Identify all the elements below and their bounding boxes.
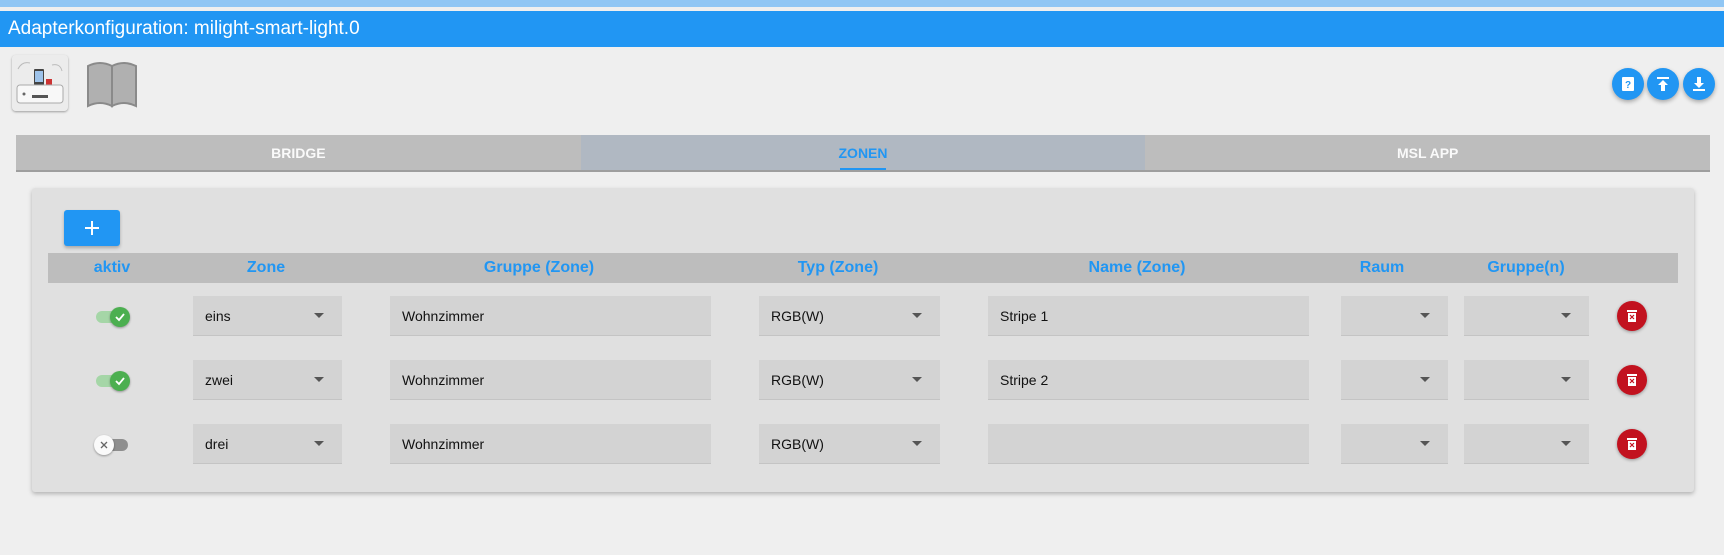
trash-icon [1627,374,1637,386]
milight-bridge-logo-icon [12,55,68,111]
chevron-down-icon [1420,441,1430,446]
raum-select[interactable] [1341,424,1448,464]
chevron-down-icon [314,441,324,446]
chevron-down-icon [1420,313,1430,318]
chevron-down-icon [912,441,922,446]
raum-select[interactable] [1341,296,1448,336]
tab-bar: BRIDGE ZONEN MSL APP [16,135,1710,172]
aktiv-toggle[interactable] [94,432,130,456]
name-field[interactable] [988,424,1309,464]
tab-msl-app[interactable]: MSL APP [1145,135,1710,170]
chevron-down-icon [912,377,922,382]
add-zone-button[interactable] [64,210,120,246]
trash-icon [1627,438,1637,450]
download-button[interactable] [1683,68,1715,100]
upload-icon [1657,77,1669,91]
check-icon [110,307,130,327]
help-button[interactable]: ? [1612,68,1644,100]
book-icon[interactable] [84,60,140,110]
adapter-logo [12,55,68,111]
typ-select[interactable]: RGB(W) [759,296,940,336]
delete-row-button[interactable] [1617,301,1647,331]
tab-bridge[interactable]: BRIDGE [16,135,581,170]
name-field[interactable]: Stripe 2 [988,360,1309,400]
chevron-down-icon [912,313,922,318]
delete-row-button[interactable] [1617,429,1647,459]
zone-select-value: drei [205,435,229,452]
trash-icon [1627,310,1637,322]
name-field-value: Stripe 2 [1000,371,1049,388]
column-header-typ-zone: Typ (Zone) [797,259,879,276]
chevron-down-icon [1561,313,1571,318]
chevron-down-icon [314,313,324,318]
gruppe-field-value: Wohnzimmer [402,371,485,388]
column-header-name-zone: Name (Zone) [1088,259,1186,276]
column-header-raum: Raum [1359,259,1405,276]
zone-select[interactable]: zwei [193,360,342,400]
typ-select-value: RGB(W) [771,307,824,324]
svg-text:?: ? [1625,80,1631,91]
gruppe-field[interactable]: Wohnzimmer [390,360,711,400]
tab-msl-app-label: MSL APP [1396,144,1459,161]
gruppe-field[interactable]: Wohnzimmer [390,424,711,464]
name-field[interactable]: Stripe 1 [988,296,1309,336]
chevron-down-icon [1420,377,1430,382]
column-header-gruppen: Gruppe(n) [1487,259,1565,276]
column-header-aktiv: aktiv [93,259,131,276]
page-title: Adapterkonfiguration: milight-smart-ligh… [8,18,360,39]
gruppe-field-value: Wohnzimmer [402,307,485,324]
column-header-gruppe-zone: Gruppe (Zone) [483,259,595,276]
download-icon [1693,77,1705,91]
gruppen-select[interactable] [1464,424,1589,464]
typ-select[interactable]: RGB(W) [759,360,940,400]
gruppen-select[interactable] [1464,360,1589,400]
upload-button[interactable] [1647,68,1679,100]
tab-zonen-label: ZONEN [838,144,888,161]
gruppe-field-value: Wohnzimmer [402,435,485,452]
title-bar: Adapterkonfiguration: milight-smart-ligh… [0,11,1724,47]
aktiv-toggle[interactable] [94,304,130,328]
typ-select-value: RGB(W) [771,371,824,388]
typ-select-value: RGB(W) [771,435,824,452]
gruppen-select[interactable] [1464,296,1589,336]
chevron-down-icon [1561,377,1571,382]
tab-zonen[interactable]: ZONEN [580,135,1146,170]
top-accent-line [0,0,1724,7]
tab-bridge-label: BRIDGE [271,144,326,161]
delete-row-button[interactable] [1617,365,1647,395]
aktiv-toggle[interactable] [94,368,130,392]
plus-icon [85,221,99,235]
table-header: aktiv Zone Gruppe (Zone) Typ (Zone) Name… [48,253,1678,283]
gruppe-field[interactable]: Wohnzimmer [390,296,711,336]
zone-select[interactable]: drei [193,424,342,464]
close-icon [94,435,114,455]
chevron-down-icon [1561,441,1571,446]
typ-select[interactable]: RGB(W) [759,424,940,464]
zone-select-value: eins [205,307,231,324]
check-icon [110,371,130,391]
zone-select[interactable]: eins [193,296,342,336]
chevron-down-icon [314,377,324,382]
name-field-value: Stripe 1 [1000,307,1049,324]
help-icon: ? [1622,77,1634,91]
zone-select-value: zwei [205,371,234,388]
raum-select[interactable] [1341,360,1448,400]
column-header-zone: Zone [246,259,286,276]
